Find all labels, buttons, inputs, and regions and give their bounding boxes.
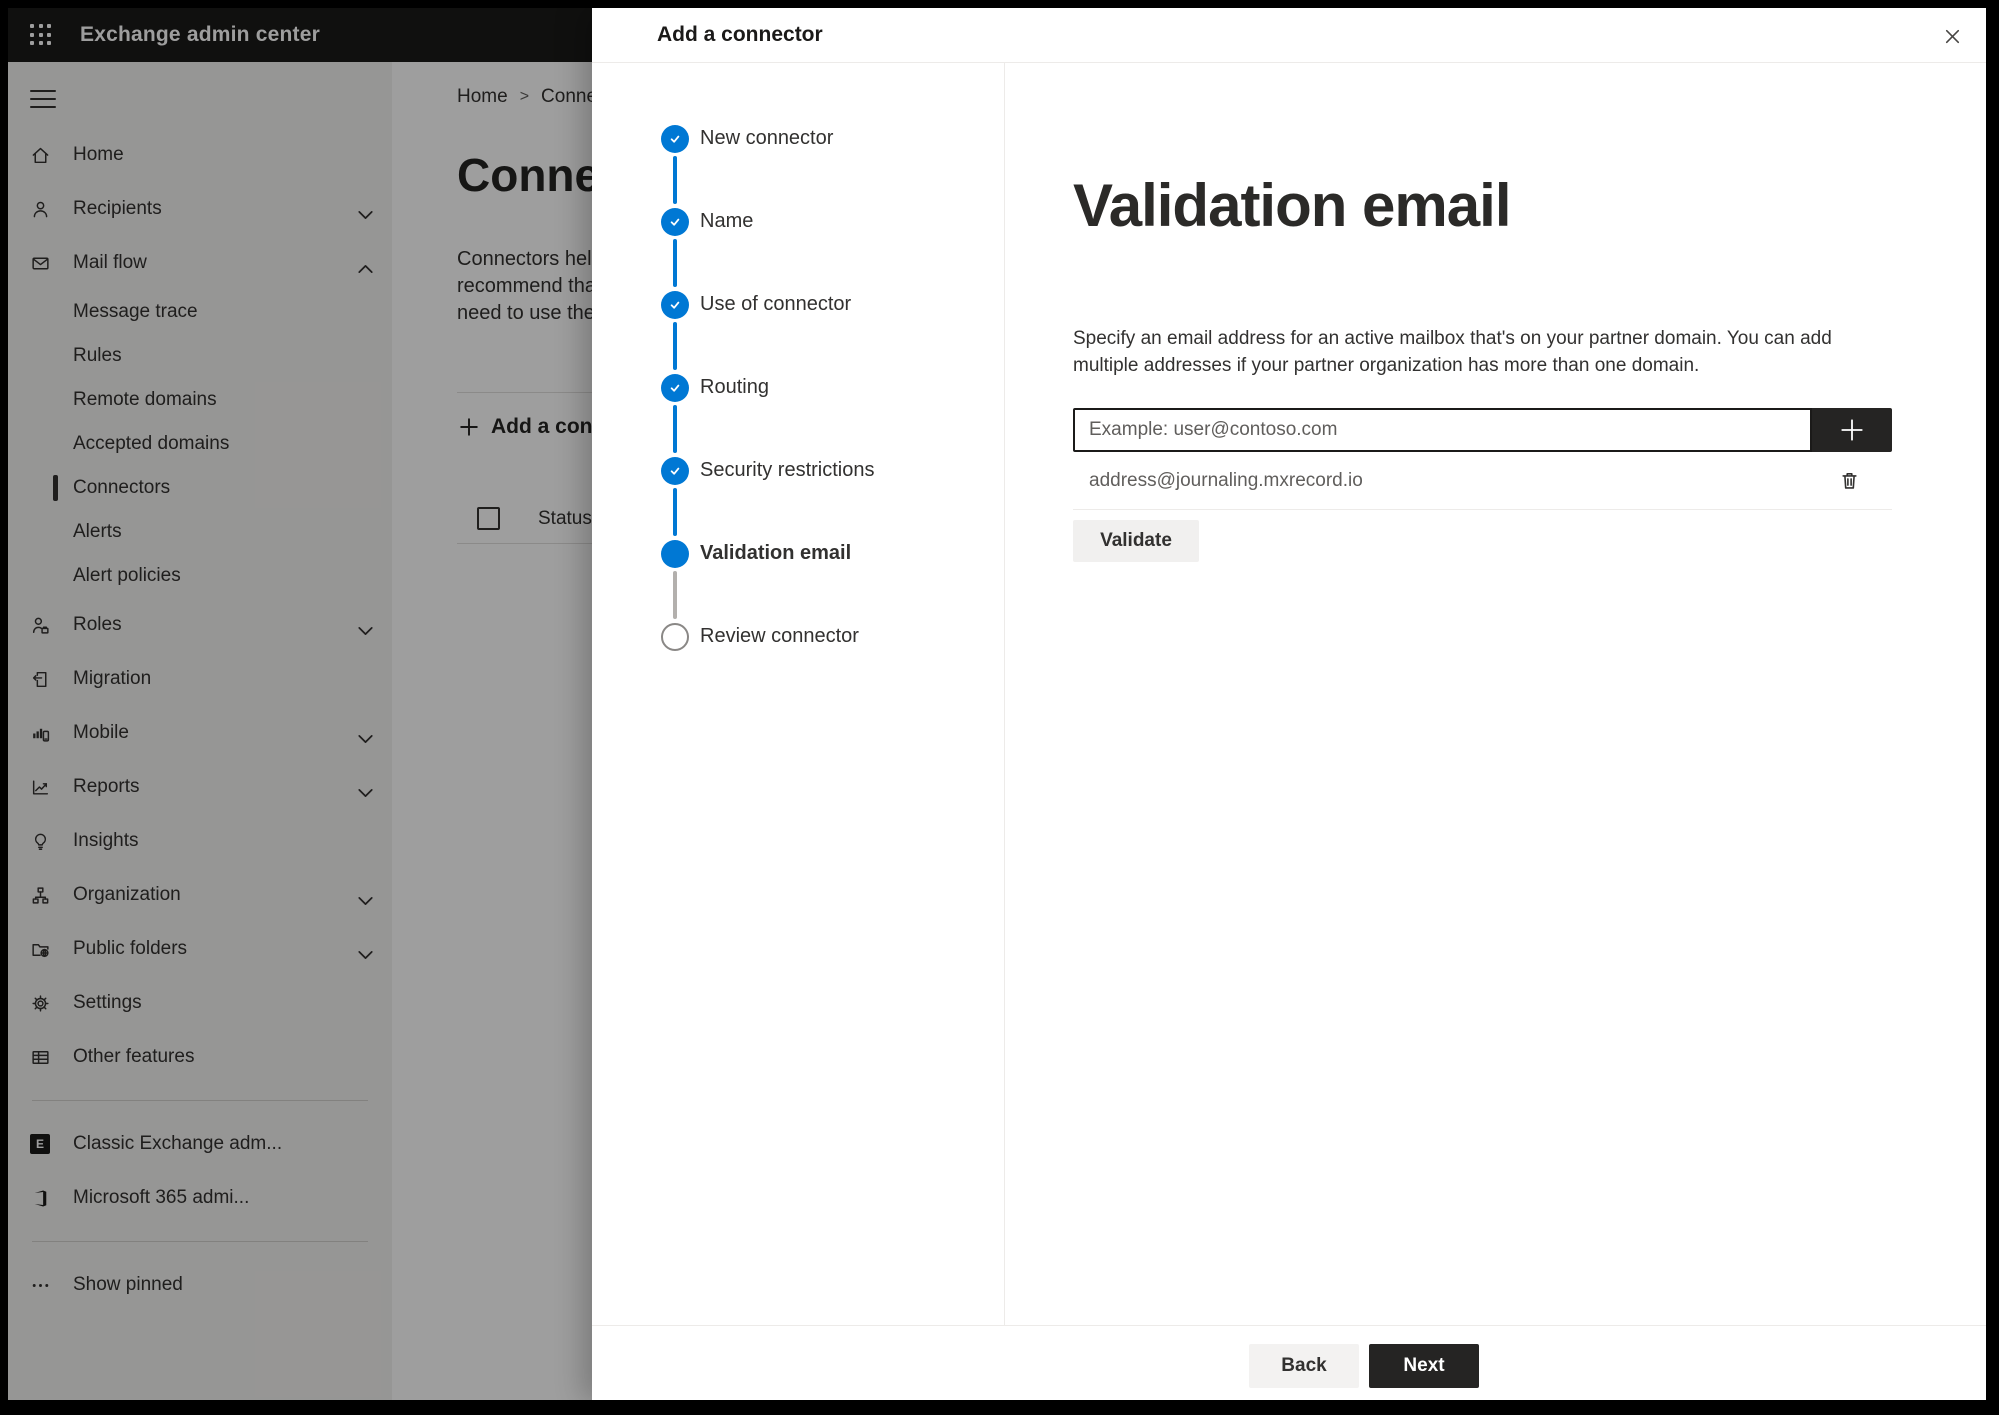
step-label: New connector [700, 127, 834, 149]
step-connector-line [673, 239, 677, 287]
step-completed-icon [661, 456, 689, 485]
close-icon [1945, 29, 1959, 43]
back-button[interactable]: Back [1249, 1344, 1359, 1388]
step-new-connector: New connector [592, 97, 1004, 180]
step-security-restrictions: Security restrictions [592, 405, 1004, 512]
address-email: address@journaling.mxrecord.io [1089, 469, 1363, 491]
step-label: Name [700, 210, 754, 232]
step-name: Name [592, 156, 1004, 263]
email-input-row [1073, 408, 1892, 452]
step-label: Security restrictions [700, 459, 875, 481]
step-use-of-connector: Use of connector [592, 239, 1004, 346]
step-connector-line [673, 488, 677, 536]
step-routing: Routing [592, 322, 1004, 429]
app-window: Exchange admin center Home Recipients Ma… [8, 8, 1986, 1400]
trash-icon [1841, 473, 1857, 489]
step-label: Use of connector [700, 293, 852, 315]
step-completed-icon [661, 290, 689, 319]
next-button[interactable]: Next [1369, 1344, 1479, 1388]
flyout-header: Add a connector [592, 8, 1986, 63]
email-input[interactable] [1073, 408, 1812, 452]
step-label: Routing [700, 376, 769, 398]
flyout-title: Add a connector [657, 23, 823, 46]
step-connector-line [673, 405, 677, 453]
step-completed-icon [661, 373, 689, 402]
validate-button[interactable]: Validate [1073, 520, 1199, 562]
step-completed-icon [661, 124, 689, 153]
step-label: Validation email [700, 542, 852, 564]
step-content: Validation email Specify an email addres… [1005, 63, 1986, 1325]
step-connector-line [673, 322, 677, 370]
wizard-stepper: New connector Name Use of connector Rout… [592, 63, 1005, 1325]
step-review-connector: Review connector [592, 571, 1004, 678]
add-connector-flyout: Add a connector New connector Name Use o… [592, 8, 1986, 1400]
step-upcoming-icon [661, 622, 689, 651]
screenshot-frame: Exchange admin center Home Recipients Ma… [0, 0, 1999, 1415]
step-label: Review connector [700, 625, 859, 647]
step-completed-icon [661, 207, 689, 236]
step-connector-line [673, 571, 677, 619]
delete-address-button[interactable] [1832, 464, 1866, 498]
step-validation-email: Validation email [592, 488, 1004, 595]
plus-icon [1841, 419, 1863, 441]
step-current-icon [661, 539, 689, 568]
step-heading: Validation email [1073, 172, 1511, 239]
flyout-body: New connector Name Use of connector Rout… [592, 63, 1986, 1325]
close-button[interactable] [1932, 16, 1972, 56]
step-description: Specify an email address for an active m… [1073, 328, 1832, 376]
address-list-item: address@journaling.mxrecord.io [1073, 452, 1892, 510]
add-address-button[interactable] [1812, 408, 1892, 452]
step-connector-line [673, 156, 677, 204]
flyout-footer: Back Next [592, 1325, 1986, 1400]
